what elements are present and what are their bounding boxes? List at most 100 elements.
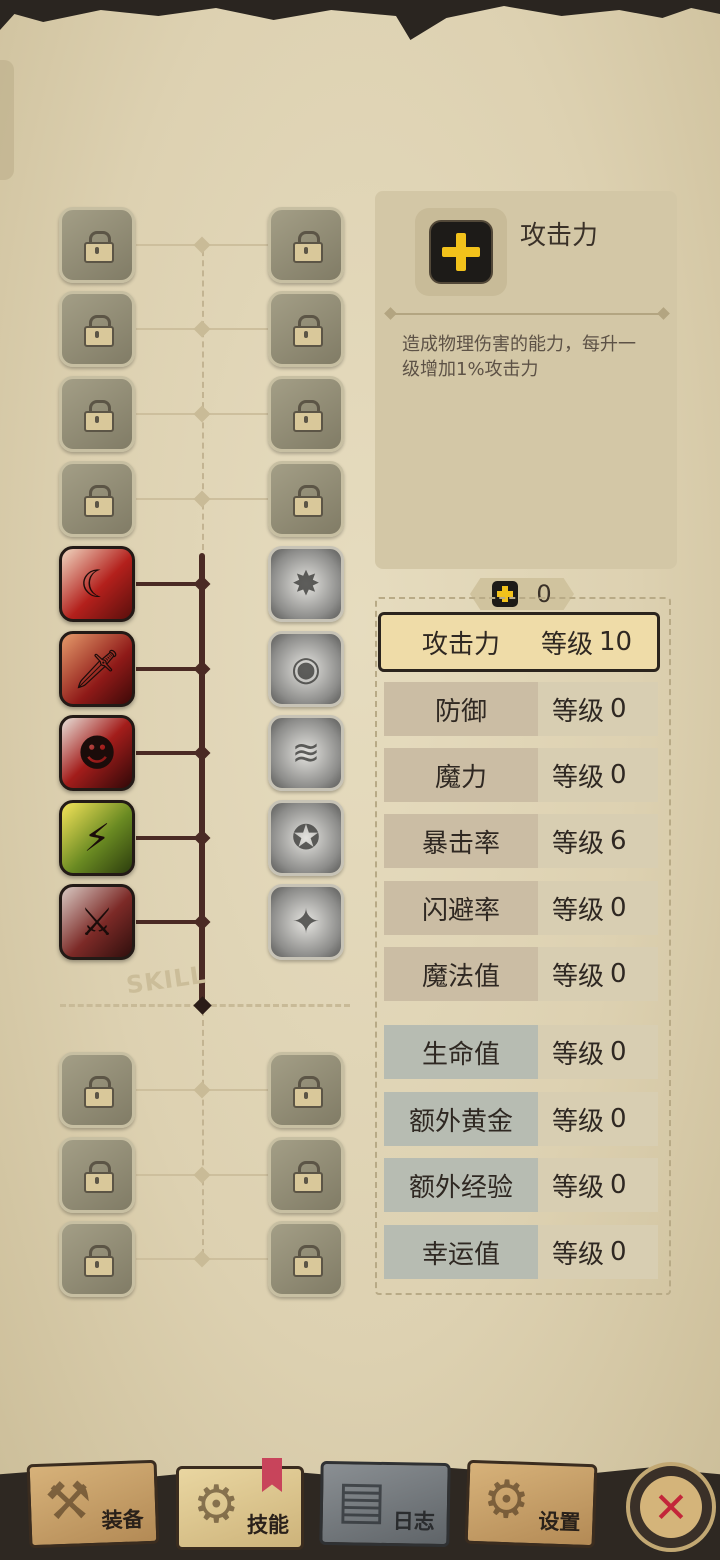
stat-name: 魔法值 [384, 947, 538, 1001]
skill-slot-left-3[interactable] [59, 376, 135, 452]
skill-slot-right-6[interactable]: ◉ [268, 631, 344, 707]
lock-icon [84, 231, 114, 263]
skill-branch-active [136, 751, 202, 755]
skill-tree-node [193, 405, 211, 423]
tab-journal[interactable]: ▤ 日志 [319, 1460, 451, 1548]
skill-slot-left-7[interactable]: ☻ [59, 715, 135, 791]
skill-tree-node [193, 744, 211, 762]
stat-row[interactable]: 魔法值 等级 0 [384, 947, 658, 1001]
skill-tree-spine-locked-bottom [202, 1010, 204, 1265]
stat-level-value: 0 [610, 760, 627, 790]
tab-settings[interactable]: ⚙ 设置 [464, 1459, 598, 1549]
skill-slot-left-11[interactable] [59, 1137, 135, 1213]
stat-name: 生命值 [384, 1025, 538, 1079]
lock-icon [84, 1076, 114, 1108]
skill-slot-left-6[interactable]: 🗡 [59, 631, 135, 707]
skill-slot-left-5[interactable]: ☾ [59, 546, 135, 622]
lock-icon [293, 400, 323, 432]
skill-tree-node [193, 913, 211, 931]
stat-level-value: 0 [610, 1104, 627, 1134]
close-icon: ✕ [640, 1476, 702, 1538]
skill-branch-active [136, 582, 202, 586]
close-button[interactable]: ✕ [626, 1462, 716, 1552]
dagger-icon: 🗡 [72, 647, 122, 691]
stat-level: 等级 0 [552, 691, 627, 728]
journal-icon: ▤ [336, 1470, 387, 1532]
skill-slot-left-12[interactable] [59, 1221, 135, 1297]
orb-shield-icon: ✪ [291, 818, 321, 858]
skill-slot-left-9[interactable]: ⚔ [59, 884, 135, 960]
stat-level-label: 等级 [541, 629, 594, 660]
stat-level-value: 0 [610, 959, 627, 989]
skill-slot-left-8[interactable]: ⚡ [59, 800, 135, 876]
skill-slot-left-4[interactable] [59, 461, 135, 537]
ninja-mask-icon: ☻ [77, 731, 117, 775]
lock-icon [84, 315, 114, 347]
stat-level: 等级 0 [552, 890, 627, 927]
skill-slot-right-2[interactable] [268, 291, 344, 367]
lock-icon [293, 231, 323, 263]
stat-level-value: 0 [610, 893, 627, 923]
lock-icon [84, 1161, 114, 1193]
crossed-swords-icon: ⚔ [79, 900, 115, 944]
skill-tree-node [193, 236, 211, 254]
skill-watermark: SKILL [124, 960, 208, 1000]
stat-level-label: 等级 [552, 1106, 605, 1137]
stat-row[interactable]: 魔力 等级 0 [384, 748, 658, 802]
stat-name: 闪避率 [384, 881, 538, 935]
stat-level-label: 等级 [552, 696, 605, 727]
stat-level-value: 0 [610, 1037, 627, 1067]
stat-row[interactable]: 防御 等级 0 [384, 682, 658, 736]
tab-equipment[interactable]: ⚒ 装备 [26, 1459, 160, 1549]
stat-row[interactable]: 生命值 等级 0 [384, 1025, 658, 1079]
stat-level-label: 等级 [552, 762, 605, 793]
skill-slot-right-7[interactable]: ≋ [268, 715, 344, 791]
skill-slot-left-10[interactable] [59, 1052, 135, 1128]
skill-branch-active [136, 920, 202, 924]
stat-row[interactable]: 攻击力 等级 10 [378, 612, 660, 672]
stat-row[interactable]: 幸运值 等级 0 [384, 1225, 658, 1279]
stat-name: 暴击率 [384, 814, 538, 868]
axe-icon: ⚒ [43, 1471, 93, 1533]
tab-equipment-label: 装备 [101, 1507, 144, 1533]
stat-level-value: 0 [610, 1170, 627, 1200]
skill-tree-end-node [193, 996, 212, 1015]
skill-slot-right-3[interactable] [268, 376, 344, 452]
skill-slot-right-5[interactable]: ✸ [268, 546, 344, 622]
skill-tree-node [193, 1166, 211, 1184]
skill-slot-right-8[interactable]: ✪ [268, 800, 344, 876]
stat-level: 等级 0 [552, 1167, 627, 1204]
wind-blade-icon: ≋ [291, 733, 321, 773]
skill-slot-right-9[interactable]: ✦ [268, 884, 344, 960]
skill-info-title: 攻击力 [520, 221, 599, 251]
stat-row[interactable]: 暴击率 等级 6 [384, 814, 658, 868]
skill-slot-right-4[interactable] [268, 461, 344, 537]
stat-level: 等级 0 [552, 1234, 627, 1271]
stat-level: 等级 0 [552, 956, 627, 993]
stat-level-value: 10 [599, 627, 633, 657]
lock-icon [84, 1245, 114, 1277]
divider [389, 313, 665, 315]
stat-level-value: 6 [610, 826, 627, 856]
stat-level-label: 等级 [552, 961, 605, 992]
stat-name: 额外黄金 [384, 1092, 538, 1146]
stat-level: 等级 6 [552, 823, 627, 860]
skill-slot-right-1[interactable] [268, 207, 344, 283]
stat-level-value: 0 [610, 694, 627, 724]
skill-slot-right-11[interactable] [268, 1137, 344, 1213]
skill-branch-active [136, 667, 202, 671]
skill-slot-left-1[interactable] [59, 207, 135, 283]
stat-name: 防御 [384, 682, 538, 736]
stat-row[interactable]: 闪避率 等级 0 [384, 881, 658, 935]
stat-level-label: 等级 [552, 1239, 605, 1270]
stat-row[interactable]: 额外经验 等级 0 [384, 1158, 658, 1212]
skill-info-description: 造成物理伤害的能力，每升一级增加1%攻击力 [402, 334, 636, 380]
skill-slot-left-2[interactable] [59, 291, 135, 367]
tab-skills[interactable]: ⚙ 技能 [176, 1466, 304, 1550]
skill-slot-right-10[interactable] [268, 1052, 344, 1128]
stat-level-label: 等级 [552, 828, 605, 859]
stat-row[interactable]: 额外黄金 等级 0 [384, 1092, 658, 1146]
skill-slot-right-12[interactable] [268, 1221, 344, 1297]
skill-info-icon-frame [415, 208, 507, 296]
skill-tree-node [193, 1250, 211, 1268]
